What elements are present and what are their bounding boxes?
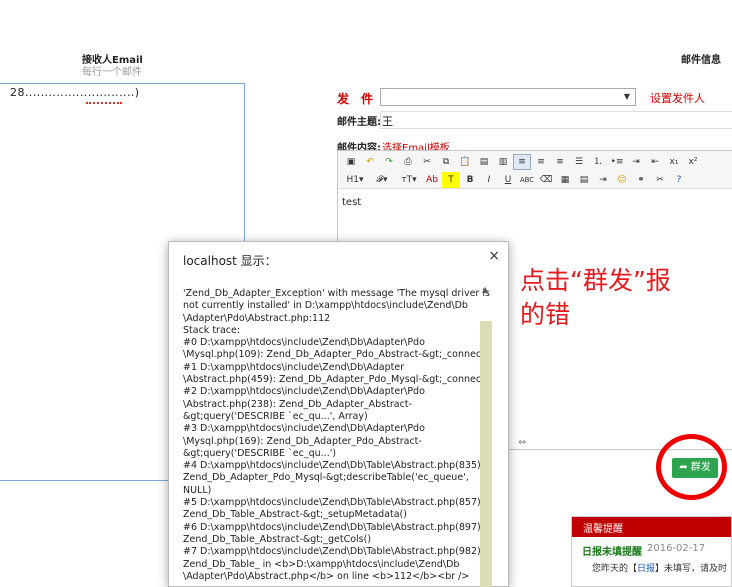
insert-hr-icon[interactable]: ⇥ — [594, 172, 612, 188]
sender-select[interactable]: ▼ — [380, 88, 636, 106]
copy-icon[interactable]: ⧉ — [437, 154, 455, 170]
italic-icon[interactable]: I — [480, 172, 498, 188]
paste-icon[interactable]: 📋 — [456, 154, 474, 170]
alert-message-line: Zend_Db_Adapter_Pdo_Mysql-&gt;describeTa… — [183, 472, 469, 484]
justify-icon[interactable]: ☰ — [570, 154, 588, 170]
reminder-popup: 温馨提醒 日报未填提醒 2016-02-17 您昨天的【日报】未填写，请及时 — [571, 516, 732, 587]
alert-message-line: &gt;query('DESCRIBE `ec_qu...', Array) — [183, 410, 368, 422]
font-size-icon[interactable]: тT▾ — [396, 172, 422, 188]
scrollbar-thumb[interactable] — [480, 321, 492, 587]
undo-icon[interactable]: ↶ — [361, 154, 379, 170]
table-icon[interactable]: ▤ — [575, 172, 593, 188]
alert-message-line: Stack trace: — [183, 324, 241, 336]
receivers-hint: 每行一个邮件 — [82, 67, 142, 78]
alert-message-line: \Abstract.php(459): Zend_Db_Adapter_Pdo_… — [183, 374, 493, 386]
paste-text-icon[interactable]: ▤ — [475, 154, 493, 170]
strikethrough-icon[interactable]: ABC — [518, 172, 536, 188]
alert-dialog: localhost 显示： × 'Zend_Db_Adapter_Excepti… — [168, 241, 509, 587]
alert-message-line: #0 D:\xampp\htdocs\include\Zend\Db\Adapt… — [183, 337, 425, 349]
highlight-icon[interactable]: T — [442, 172, 460, 188]
paste-word-icon[interactable]: ▥ — [494, 154, 512, 170]
reminder-subtitle: 日报未填提醒 — [582, 547, 642, 558]
link-icon[interactable]: ⚭ — [632, 172, 650, 188]
alert-message-line: NULL) — [183, 484, 212, 496]
source-icon[interactable]: ▣ — [342, 154, 360, 170]
alert-title: localhost 显示： — [183, 254, 277, 268]
reminder-body-prefix: 您昨天的【 — [592, 564, 638, 574]
alert-message-line: not currently installed' in D:\xampp\htd… — [183, 300, 468, 312]
alert-message-line: \Mysql.php(169): Zend_Db_Adapter_Pdo_Abs… — [183, 435, 422, 447]
alert-message-line: #2 D:\xampp\htdocs\include\Zend\Db\Adapt… — [183, 386, 425, 398]
cut-icon[interactable]: ✂ — [418, 154, 436, 170]
print-icon[interactable]: ⎙ — [399, 154, 417, 170]
scroll-up-icon[interactable]: ▲ — [482, 285, 488, 294]
alert-scrollbar[interactable]: ▲ — [480, 285, 492, 587]
outdent-icon[interactable]: ⇤ — [646, 154, 664, 170]
unordered-list-icon[interactable]: •≡ — [608, 154, 626, 170]
receivers-value: 28‥‥‥‥‥‥‥‥‥‥‥‥‥‥) — [10, 86, 140, 99]
toolbar-row-2: H1▾ 𝓕▾ тT▾ Ab T B I U ABC ⌫ ▦ ▤ ⇥ ☺ ⚭ ✂ … — [342, 172, 688, 188]
emoticon-icon[interactable]: ☺ — [613, 172, 631, 188]
chevron-down-icon: ▼ — [623, 92, 630, 101]
alert-message-line: Zend_Db_Table_Abstract-&gt;_getCols() — [183, 533, 372, 545]
subject-input[interactable] — [380, 111, 732, 129]
alert-message-line: #7 D:\xampp\htdocs\include\Zend\Db\Table… — [183, 546, 484, 558]
font-family-icon[interactable]: 𝓕▾ — [369, 172, 395, 188]
daily-report-link[interactable]: 日报 — [637, 564, 655, 574]
toolbar-row-1: ▣ ↶ ↷ ⎙ ✂ ⧉ 📋 ▤ ▥ ≡ ≡ ≡ ☰ ⒈ •≡ ⇥ ⇤ x₁ x² — [342, 154, 702, 170]
mail-info-title: 邮件信息 — [681, 55, 721, 66]
alert-message-line: #1 D:\xampp\htdocs\include\Zend\Db\Adapt… — [183, 361, 405, 373]
reminder-body: 您昨天的【日报】未填写，请及时 — [592, 561, 727, 574]
subject-label: 邮件主题: — [337, 117, 381, 128]
reminder-title: 温馨提醒 — [583, 524, 623, 535]
redo-icon[interactable]: ↷ — [380, 154, 398, 170]
alert-message-area: 'Zend_Db_Adapter_Exception' with message… — [183, 288, 497, 587]
alert-message-line: \Adapter\Pdo\Abstract.php:112 — [183, 312, 331, 324]
alert-message-line: \Adapter\Pdo\Abstract.php</b> on line <b… — [183, 570, 470, 582]
alert-message-line: \Abstract.php(238): Zend_Db_Adapter_Abst… — [183, 398, 412, 410]
editor-content[interactable]: test — [342, 197, 361, 208]
remove-format-icon[interactable]: ⌫ — [537, 172, 555, 188]
alert-message-line: #6 D:\xampp\htdocs\include\Zend\Db\Table… — [183, 521, 484, 533]
alert-message-line: #4 D:\xampp\htdocs\include\Zend\Db\Table… — [183, 460, 484, 472]
alert-message-line: 'Zend_Db_Adapter_Exception' with message… — [183, 288, 490, 299]
help-icon[interactable]: ? — [670, 172, 688, 188]
set-sender-link[interactable]: 设置发件人 — [650, 90, 705, 106]
ordered-list-icon[interactable]: ⒈ — [589, 154, 607, 170]
alert-message-line: \Mysql.php(109): Zend_Db_Adapter_Pdo_Abs… — [183, 349, 493, 361]
image-icon[interactable]: ▦ — [556, 172, 574, 188]
subscript-icon[interactable]: x₁ — [665, 154, 683, 170]
reminder-body-suffix: 】未填写，请及时 — [655, 564, 728, 574]
annotation-circle — [656, 434, 727, 500]
reminder-header: 温馨提醒 — [572, 517, 731, 537]
align-right-icon[interactable]: ≡ — [551, 154, 569, 170]
alert-message-line: &gt;query('DESCRIBE `ec_qu...') — [183, 447, 337, 459]
alert-message-line: #3 D:\xampp\htdocs\include\Zend\Db\Adapt… — [183, 423, 425, 435]
subject-value: 王 — [382, 115, 393, 128]
alert-message: 'Zend_Db_Adapter_Exception' with message… — [183, 288, 497, 583]
align-center-icon[interactable]: ≡ — [532, 154, 550, 170]
annotation-text: 点击“群发”报的错 — [520, 266, 671, 329]
heading-icon[interactable]: H1▾ — [342, 172, 368, 188]
indent-icon[interactable]: ⇥ — [627, 154, 645, 170]
alert-message-line: #5 D:\xampp\htdocs\include\Zend\Db\Table… — [183, 497, 484, 509]
align-left-icon[interactable]: ≡ — [513, 154, 531, 170]
alert-message-line: Zend_Db_Table_Abstract-&gt;_setupMetadat… — [183, 509, 407, 521]
alert-message-line: Zend_Db_Table_ in <b>D:\xampp\htdocs\inc… — [183, 558, 460, 570]
close-icon[interactable]: × — [488, 248, 500, 264]
editor-toolbar: ▣ ↶ ↷ ⎙ ✂ ⧉ 📋 ▤ ▥ ≡ ≡ ≡ ☰ ⒈ •≡ ⇥ ⇤ x₁ x²… — [338, 151, 732, 189]
superscript-icon[interactable]: x² — [684, 154, 702, 170]
editor-resize-grip[interactable]: ⇔ — [518, 437, 526, 448]
underline-icon[interactable]: U — [499, 172, 517, 188]
reminder-date: 2016-02-17 — [647, 543, 706, 554]
unlink-icon[interactable]: ✂ — [651, 172, 669, 188]
bold-icon[interactable]: B — [461, 172, 479, 188]
text-color-icon[interactable]: Ab — [423, 172, 441, 188]
spellcheck-underline — [86, 101, 122, 104]
